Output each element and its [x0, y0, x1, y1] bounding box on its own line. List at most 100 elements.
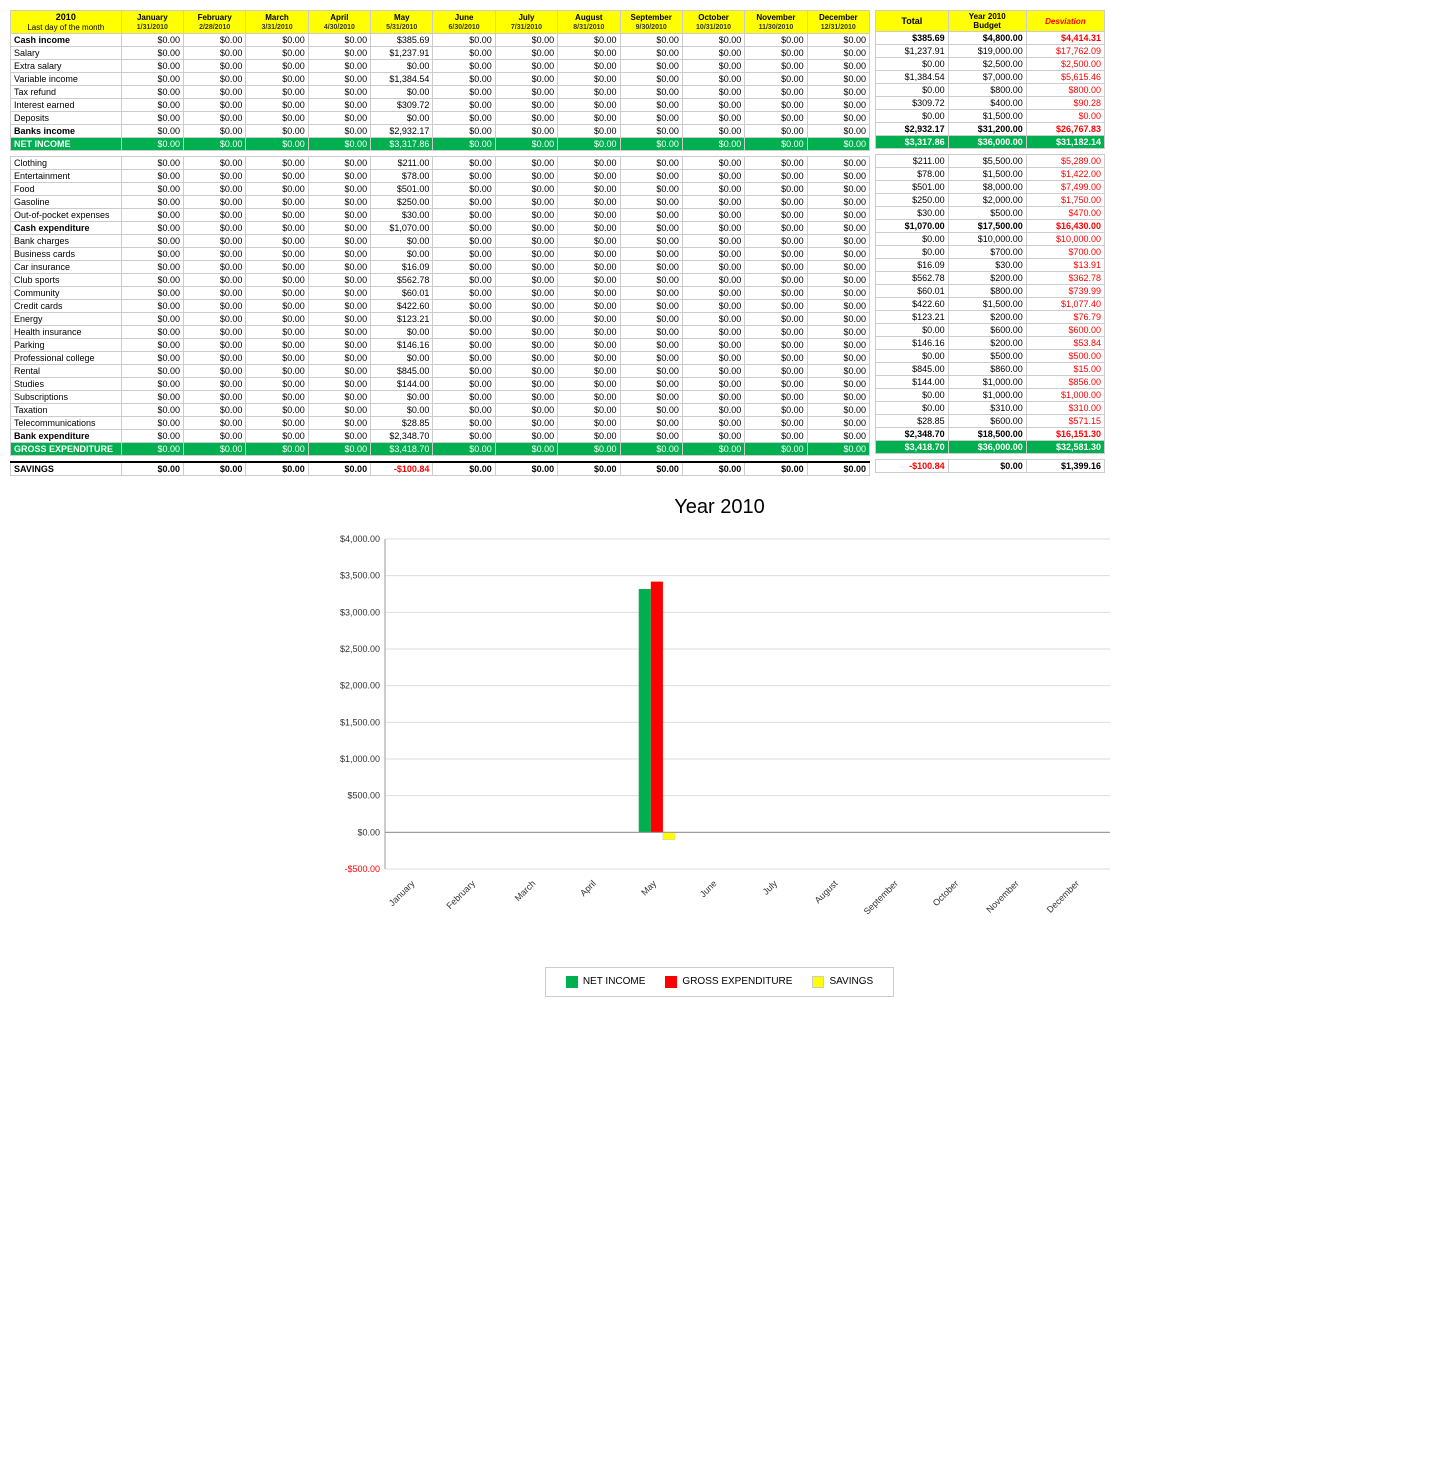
spreadsheet-container: 2010Last day of the month January1/31/20… [10, 10, 1429, 476]
cell-value: $0.00 [620, 222, 682, 235]
cell-value: $0.00 [745, 261, 807, 274]
cell-value: $0.00 [433, 222, 495, 235]
cell-value: $0.00 [121, 326, 183, 339]
cell-value: $0.00 [620, 326, 682, 339]
cell-value: $0.00 [121, 170, 183, 183]
jul-header: July7/31/2010 [495, 11, 557, 34]
cell-value: $0.00 [620, 157, 682, 170]
summary-total: $2,348.70 [876, 428, 949, 441]
cell-value: $0.00 [184, 261, 246, 274]
cell-value: $0.00 [620, 430, 682, 443]
cell-value: $0.00 [558, 112, 620, 125]
row-label: Energy [11, 313, 122, 326]
row-label: Telecommunications [11, 417, 122, 430]
cell-value: $0.00 [121, 125, 183, 138]
cell-value: $0.00 [246, 60, 308, 73]
cell-value: $0.00 [184, 352, 246, 365]
cell-value: $0.00 [121, 365, 183, 378]
cell-value: $0.00 [121, 261, 183, 274]
cell-value: $0.00 [308, 86, 370, 99]
cell-value: $0.00 [745, 235, 807, 248]
legend-net-income-label: NET INCOME [583, 976, 646, 987]
cell-value: $501.00 [371, 183, 433, 196]
cell-value: $385.69 [371, 34, 433, 47]
row-label: Cash income [11, 34, 122, 47]
cell-value: $0.00 [308, 248, 370, 261]
cell-value: $0.00 [620, 209, 682, 222]
cell-value: $0.00 [495, 73, 557, 86]
cell-value: $0.00 [246, 287, 308, 300]
cell-value: $0.00 [807, 326, 869, 339]
cell-value: $0.00 [121, 222, 183, 235]
row-label: Tax refund [11, 86, 122, 99]
summary-budget: $400.00 [948, 97, 1026, 110]
cell-value: $0.00 [620, 183, 682, 196]
summary-deviation: $600.00 [1026, 324, 1104, 337]
cell-value: $0.00 [745, 443, 807, 456]
cell-value: $0.00 [682, 34, 744, 47]
cell-value: $0.00 [495, 391, 557, 404]
savings-deviation: $1,399.16 [1026, 460, 1104, 473]
mar-header: March3/31/2010 [246, 11, 308, 34]
summary-budget: $2,000.00 [948, 194, 1026, 207]
legend-gross-expenditure: GROSS EXPENDITURE [665, 976, 792, 988]
summary-deviation: $571.15 [1026, 415, 1104, 428]
cell-value: $0.00 [308, 138, 370, 151]
cell-value: $0.00 [745, 73, 807, 86]
cell-value: $0.00 [558, 404, 620, 417]
summary-budget: $800.00 [948, 285, 1026, 298]
cell-value: $0.00 [682, 86, 744, 99]
cell-value: $0.00 [433, 86, 495, 99]
cell-value: $0.00 [495, 47, 557, 60]
cell-value: $0.00 [682, 248, 744, 261]
summary-deviation: $26,767.83 [1026, 123, 1104, 136]
cell-value: $123.21 [371, 313, 433, 326]
cell-value: $0.00 [745, 339, 807, 352]
row-label: Extra salary [11, 60, 122, 73]
cell-value: $562.78 [371, 274, 433, 287]
cell-value: $0.00 [246, 170, 308, 183]
cell-value: $0.00 [371, 248, 433, 261]
cell-value: $16.09 [371, 261, 433, 274]
cell-value: $0.00 [246, 157, 308, 170]
summary-deviation: $15.00 [1026, 363, 1104, 376]
cell-value: $0.00 [682, 365, 744, 378]
row-label: NET INCOME [11, 138, 122, 151]
cell-value: $0.00 [121, 99, 183, 112]
cell-value: $2,932.17 [371, 125, 433, 138]
row-label: Out-of-pocket expenses [11, 209, 122, 222]
cell-value: $0.00 [495, 378, 557, 391]
cell-value: $0.00 [246, 261, 308, 274]
cell-value: $0.00 [184, 34, 246, 47]
cell-value: $0.00 [682, 196, 744, 209]
summary-total: $211.00 [876, 155, 949, 168]
summary-budget: $1,000.00 [948, 376, 1026, 389]
cell-value: $0.00 [184, 430, 246, 443]
summary-total: $0.00 [876, 58, 949, 71]
summary-budget: $7,000.00 [948, 71, 1026, 84]
cell-value: $0.00 [558, 313, 620, 326]
cell-value: $0.00 [308, 73, 370, 86]
summary-deviation: $1,422.00 [1026, 168, 1104, 181]
cell-value: $0.00 [246, 391, 308, 404]
cell-value: $0.00 [308, 261, 370, 274]
cell-value: $0.00 [558, 47, 620, 60]
cell-value: $0.00 [246, 86, 308, 99]
summary-deviation: $470.00 [1026, 207, 1104, 220]
summary-budget: $200.00 [948, 272, 1026, 285]
cell-value: $0.00 [495, 352, 557, 365]
summary-deviation: $800.00 [1026, 84, 1104, 97]
cell-value: $0.00 [682, 378, 744, 391]
cell-value: $0.00 [682, 339, 744, 352]
cell-value: $0.00 [308, 170, 370, 183]
svg-text:$2,500.00: $2,500.00 [339, 644, 379, 654]
cell-value: $0.00 [558, 125, 620, 138]
cell-value: $0.00 [121, 235, 183, 248]
summary-deviation: $310.00 [1026, 402, 1104, 415]
summary-budget: $8,000.00 [948, 181, 1026, 194]
cell-value: $0.00 [682, 300, 744, 313]
summary-budget: $31,200.00 [948, 123, 1026, 136]
cell-value: $0.00 [184, 391, 246, 404]
cell-value: $0.00 [745, 248, 807, 261]
jun-header: June6/30/2010 [433, 11, 495, 34]
